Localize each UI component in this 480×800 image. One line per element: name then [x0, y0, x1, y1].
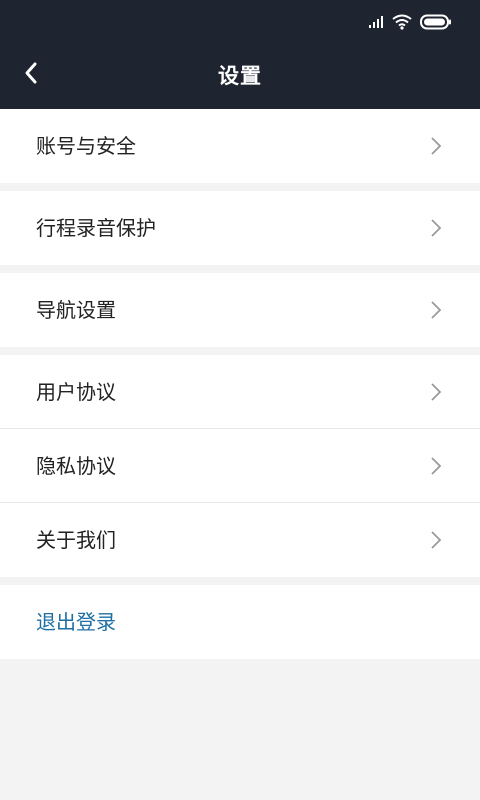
status-icons	[368, 13, 452, 31]
settings-item-label: 用户协议	[36, 380, 116, 404]
logout-label: 退出登录	[36, 610, 116, 634]
chevron-right-icon	[430, 530, 442, 554]
settings-group-trip: 行程录音保护	[0, 191, 480, 265]
settings-item-label: 隐私协议	[36, 454, 116, 478]
settings-item-about-us[interactable]: 关于我们	[0, 503, 480, 577]
status-bar	[0, 0, 480, 44]
chevron-right-icon	[430, 218, 442, 242]
settings-item-trip-recording[interactable]: 行程录音保护	[0, 191, 480, 265]
logout-button[interactable]: 退出登录	[0, 585, 480, 659]
chevron-right-icon	[430, 300, 442, 324]
section-divider	[0, 347, 480, 355]
signal-icon	[368, 15, 384, 29]
settings-item-privacy-agreement[interactable]: 隐私协议	[0, 429, 480, 503]
chevron-right-icon	[430, 382, 442, 406]
chevron-right-icon	[430, 456, 442, 480]
battery-icon	[420, 14, 452, 30]
settings-group-about: 用户协议 隐私协议 关于我们	[0, 355, 480, 577]
chevron-right-icon	[430, 136, 442, 160]
settings-item-label: 关于我们	[36, 528, 116, 552]
settings-item-label: 账号与安全	[36, 134, 136, 158]
wifi-icon	[392, 14, 412, 30]
settings-group-navigation: 导航设置	[0, 273, 480, 347]
settings-item-label: 行程录音保护	[36, 216, 156, 240]
settings-item-user-agreement[interactable]: 用户协议	[0, 355, 480, 429]
logout-group: 退出登录	[0, 585, 480, 659]
section-divider	[0, 577, 480, 585]
top-nav-bar: 设置	[0, 44, 480, 109]
page-title: 设置	[218, 64, 262, 88]
settings-item-label: 导航设置	[36, 298, 116, 322]
section-divider	[0, 183, 480, 191]
section-divider	[0, 265, 480, 273]
settings-item-navigation[interactable]: 导航设置	[0, 273, 480, 347]
settings-item-account-security[interactable]: 账号与安全	[0, 109, 480, 183]
settings-group-account: 账号与安全	[0, 109, 480, 183]
